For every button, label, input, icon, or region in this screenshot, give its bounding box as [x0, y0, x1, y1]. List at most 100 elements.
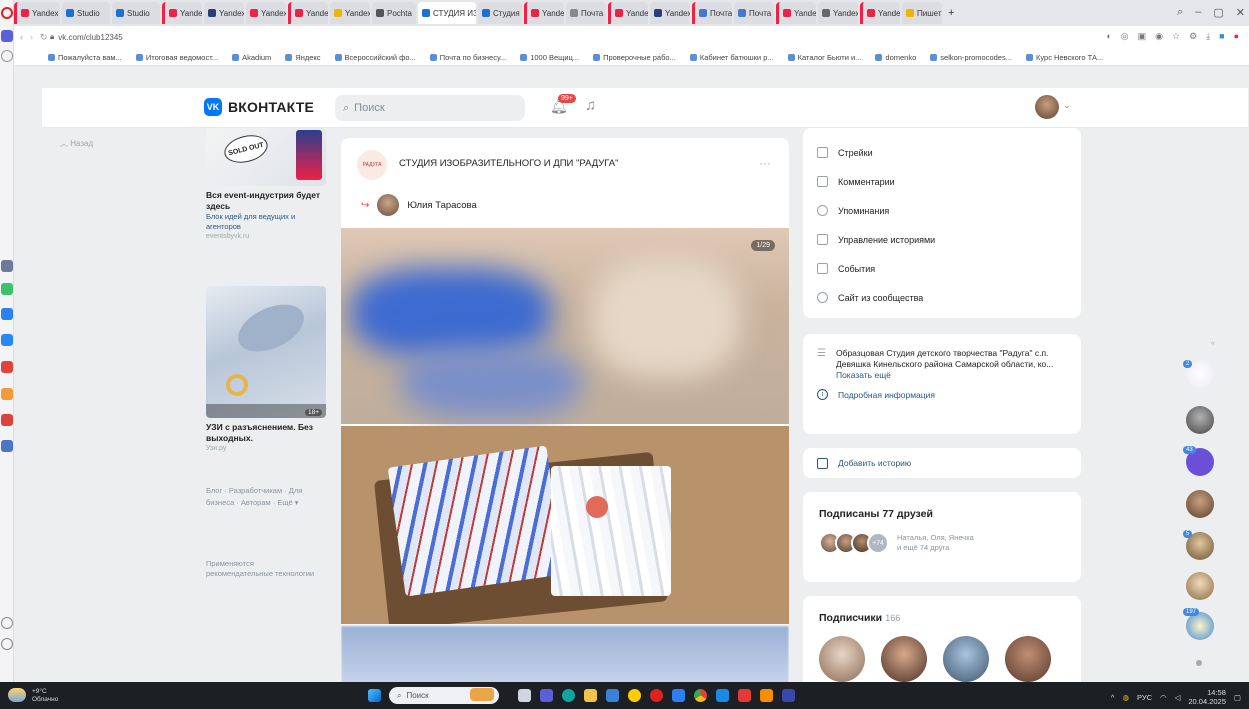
bookmark-item[interactable]: 1000 Вещиц... — [520, 53, 579, 62]
history-icon[interactable] — [1, 638, 13, 650]
chevron-down-icon[interactable]: ⌄ — [1063, 100, 1071, 111]
friend-more-count[interactable]: +74 — [867, 532, 889, 554]
browser-tab[interactable]: Yandex — [288, 2, 328, 24]
forward-icon[interactable]: › — [30, 32, 33, 42]
post-photo[interactable]: 1/29 — [341, 228, 789, 424]
detailed-info-link[interactable]: Подробная информация — [838, 390, 935, 400]
chat-avatar[interactable] — [1186, 612, 1214, 640]
friends-title[interactable]: Подписаны 77 друзей — [819, 508, 1067, 520]
extension-icon[interactable]: ■ — [1219, 31, 1224, 42]
notes-icon[interactable] — [1, 388, 13, 400]
browser-tab[interactable]: Yandex — [204, 2, 244, 24]
player-icon[interactable] — [1, 414, 13, 426]
group-avatar[interactable]: РАДУГА — [357, 150, 387, 180]
group-name[interactable]: СТУДИЯ ИЗОБРАЗИТЕЛЬНОГО И ДПИ "РАДУГА" — [399, 158, 619, 169]
close-icon[interactable]: ✕ — [1236, 6, 1245, 19]
bookmark-item[interactable]: Яндекс — [285, 53, 321, 62]
back-icon[interactable]: ‹ — [20, 32, 23, 42]
ad-card[interactable]: SOLD OUT Вся event-индустрия будет здесь… — [206, 128, 326, 242]
author-name[interactable]: Юлия Тарасова — [407, 200, 476, 211]
bookmark-item[interactable]: selkon-promocodes... — [930, 53, 1012, 62]
chat-avatar[interactable] — [1186, 572, 1214, 600]
extension-icon[interactable]: ◐ — [1106, 31, 1111, 42]
language-indicator[interactable]: РУС — [1137, 693, 1152, 702]
tabs-icon[interactable] — [1, 440, 13, 452]
app-icon[interactable] — [672, 689, 685, 702]
tab-search-icon[interactable]: ⌕ — [1177, 6, 1183, 19]
browser-tab[interactable]: Yandex — [608, 2, 648, 24]
post-photo[interactable] — [341, 626, 789, 682]
browser-tab[interactable]: Studio — [62, 2, 110, 24]
browser-tab[interactable]: Yandex — [330, 2, 370, 24]
author-avatar[interactable] — [377, 194, 400, 216]
browser-tab[interactable]: Yandex — [860, 2, 900, 24]
bookmark-item[interactable]: domenko — [875, 53, 916, 62]
vk-logo[interactable]: VK ВКОНТАКТЕ — [204, 98, 314, 116]
extension-icon[interactable]: ◎ — [1121, 31, 1129, 42]
ad-title[interactable]: Вся event-индустрия будет здесь — [206, 190, 326, 212]
weather-widget[interactable]: +9°C Облачно — [32, 688, 58, 704]
ad-title[interactable]: УЗИ с разъяснением. Без выходных. — [206, 422, 326, 444]
subscriber-avatar[interactable] — [943, 636, 989, 682]
browser-tab[interactable]: Studio — [112, 2, 160, 24]
taskview-icon[interactable] — [518, 689, 531, 702]
notifications-icon[interactable]: ▢ — [1234, 693, 1241, 702]
browser-tab[interactable]: Yandex — [776, 2, 816, 24]
volume-icon[interactable]: ◁ — [1175, 693, 1181, 702]
start-icon[interactable] — [368, 689, 381, 702]
chrome-icon[interactable] — [694, 689, 707, 702]
yandex-icon[interactable] — [628, 689, 641, 702]
download-icon[interactable]: ⤓ — [1206, 31, 1210, 42]
opera-taskbar-icon[interactable] — [650, 689, 663, 702]
browser-tab[interactable]: Почта — [566, 2, 606, 24]
widget-icon[interactable] — [470, 688, 494, 701]
teams-icon[interactable] — [540, 689, 553, 702]
telegram-sidebar-icon[interactable] — [1, 361, 13, 373]
browser-tab[interactable]: Студия — [478, 2, 522, 24]
app-icon[interactable] — [716, 689, 729, 702]
wifi-icon[interactable]: ◠ — [1160, 693, 1167, 702]
reload-icon[interactable]: ↻ — [40, 32, 48, 43]
music-icon[interactable]: ♫ — [585, 97, 596, 114]
edge-icon[interactable] — [562, 689, 575, 702]
sidebar-app-icon[interactable] — [1, 260, 13, 272]
browser-tab-active[interactable]: СТУДИЯ ИЗ — [418, 2, 476, 24]
app-icon[interactable] — [782, 689, 795, 702]
extension-icon[interactable]: ● — [1234, 31, 1239, 42]
menu-item[interactable]: Комментарии — [803, 167, 1081, 196]
explorer-icon[interactable] — [584, 689, 597, 702]
recommendation-note[interactable]: Применяются рекомендательные технологии — [206, 559, 316, 579]
extension-icon[interactable]: ◉ — [1155, 31, 1163, 42]
app-icon[interactable] — [760, 689, 773, 702]
bookmark-item[interactable]: Почта по бизнесу... — [429, 53, 506, 62]
tray-app-icon[interactable]: ◍ — [1122, 693, 1129, 702]
browser-tab[interactable]: Yandex — [650, 2, 690, 24]
bookmark-item[interactable]: Каталог Бьюти и... — [787, 53, 861, 62]
browser-tab[interactable]: Yandex — [524, 2, 564, 24]
menu-item[interactable]: Управление историями — [803, 225, 1081, 254]
browser-tab[interactable]: Yandex — [818, 2, 858, 24]
chat-avatar[interactable] — [1186, 406, 1214, 434]
menu-item[interactable]: События — [803, 254, 1081, 283]
friends-names[interactable]: Наталья, Оля, Янечка и ещё 74 друга — [897, 533, 977, 553]
menu-item[interactable]: Стрейки — [803, 138, 1081, 167]
bookmark-item[interactable]: Всероссийский фо... — [334, 53, 416, 62]
browser-tab[interactable]: Pochta — [372, 2, 416, 24]
vk-sidebar-icon[interactable] — [1, 334, 13, 346]
footer-links[interactable]: Блог · Разработчикам · Для бизнеса · Авт… — [206, 485, 326, 509]
chevron-up-icon[interactable]: ^ — [1111, 693, 1115, 702]
browser-tab[interactable]: Почта — [734, 2, 774, 24]
subscriber-avatar[interactable] — [881, 636, 927, 682]
browser-tab[interactable]: Почта — [692, 2, 732, 24]
heart-icon[interactable] — [1, 617, 13, 629]
maximize-icon[interactable]: ▢ — [1213, 6, 1223, 19]
browser-tab[interactable]: Yandex — [14, 2, 60, 24]
menu-item[interactable]: Сайт из сообщества — [803, 283, 1081, 312]
chat-avatar[interactable] — [1186, 490, 1214, 518]
collapse-icon[interactable]: « — [1211, 340, 1215, 347]
back-link[interactable]: ︿ Назад — [60, 138, 93, 149]
browser-tab[interactable]: Yandex — [246, 2, 286, 24]
ad-description[interactable]: Блок идей для ведущих и агенторов — [206, 212, 326, 232]
bookmark-item[interactable]: Кабинет батюшки р... — [689, 53, 774, 62]
store-icon[interactable] — [606, 689, 619, 702]
